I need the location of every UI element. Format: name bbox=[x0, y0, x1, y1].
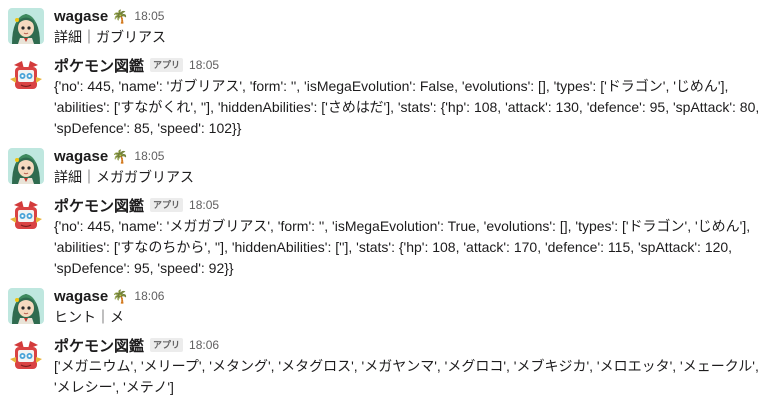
message-text: ['メガニウム', 'メリープ', 'メタング', 'メタグロス', 'メガヤン… bbox=[54, 358, 763, 395]
palm-tree-icon: 🌴 bbox=[112, 288, 129, 304]
message: wagase 🌴 18:05 詳細｜ガブリアス bbox=[0, 6, 770, 45]
message: ポケモン図鑑 アプリ 18:06 ['メガニウム', 'メリープ', 'メタング… bbox=[0, 335, 770, 395]
app-badge: アプリ bbox=[150, 198, 184, 212]
message-header: wagase 🌴 18:05 bbox=[54, 6, 164, 26]
message-text: {'no': 445, 'name': 'ガブリアス', 'form': '',… bbox=[54, 78, 764, 136]
timestamp[interactable]: 18:05 bbox=[134, 149, 164, 163]
message-header: ポケモン図鑑 アプリ 18:05 bbox=[54, 195, 219, 215]
sender-name[interactable]: ポケモン図鑑 bbox=[54, 335, 144, 356]
sender-name[interactable]: wagase bbox=[54, 288, 108, 305]
timestamp[interactable]: 18:06 bbox=[189, 338, 219, 352]
bot-avatar[interactable] bbox=[8, 57, 44, 93]
sender-name[interactable]: wagase bbox=[54, 148, 108, 165]
timestamp[interactable]: 18:05 bbox=[134, 9, 164, 23]
sender-name[interactable]: ポケモン図鑑 bbox=[54, 195, 144, 216]
message-header: ポケモン図鑑 アプリ 18:06 bbox=[54, 335, 219, 355]
bot-avatar[interactable] bbox=[8, 337, 44, 373]
bot-avatar[interactable] bbox=[8, 197, 44, 233]
user-avatar[interactable] bbox=[8, 8, 44, 44]
message: ポケモン図鑑 アプリ 18:05 {'no': 445, 'name': 'メガ… bbox=[0, 195, 770, 276]
message-text: 詳細｜メガガブリアス bbox=[54, 169, 194, 185]
message-header: wagase 🌴 18:05 bbox=[54, 146, 164, 166]
timestamp[interactable]: 18:05 bbox=[189, 198, 219, 212]
message-text: {'no': 445, 'name': 'メガガブリアス', 'form': '… bbox=[54, 218, 755, 276]
message-text: 詳細｜ガブリアス bbox=[54, 29, 166, 45]
sender-name[interactable]: wagase bbox=[54, 8, 108, 25]
palm-tree-icon: 🌴 bbox=[112, 8, 129, 24]
sender-name[interactable]: ポケモン図鑑 bbox=[54, 55, 144, 76]
app-badge: アプリ bbox=[150, 58, 184, 72]
message-text: ヒント｜メ bbox=[54, 309, 124, 325]
message-header: wagase 🌴 18:06 bbox=[54, 286, 164, 306]
app-badge: アプリ bbox=[150, 338, 184, 352]
message: wagase 🌴 18:06 ヒント｜メ bbox=[0, 286, 770, 325]
timestamp[interactable]: 18:05 bbox=[189, 58, 219, 72]
user-avatar[interactable] bbox=[8, 148, 44, 184]
message: wagase 🌴 18:05 詳細｜メガガブリアス bbox=[0, 146, 770, 185]
message: ポケモン図鑑 アプリ 18:05 {'no': 445, 'name': 'ガブ… bbox=[0, 55, 770, 136]
timestamp[interactable]: 18:06 bbox=[134, 289, 164, 303]
message-list: wagase 🌴 18:05 詳細｜ガブリアス ポケモン図鑑 アプリ 18:05… bbox=[0, 0, 770, 400]
message-header: ポケモン図鑑 アプリ 18:05 bbox=[54, 55, 219, 75]
palm-tree-icon: 🌴 bbox=[112, 148, 129, 164]
user-avatar[interactable] bbox=[8, 288, 44, 324]
